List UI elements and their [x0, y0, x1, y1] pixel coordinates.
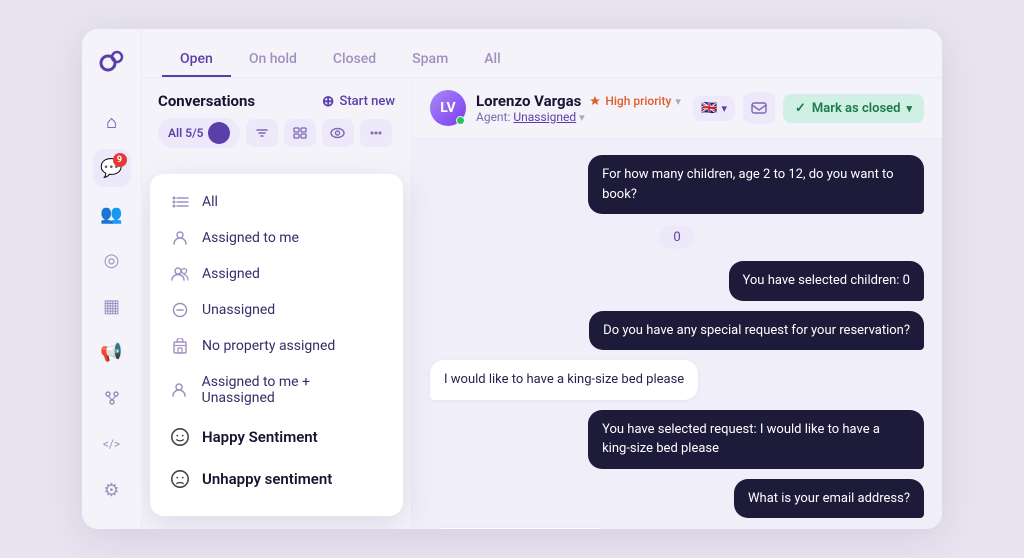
sidebar-item-broadcast[interactable]: 📢	[93, 333, 131, 371]
sidebar-item-calendar[interactable]: ▦	[93, 287, 131, 325]
sidebar-item-chat[interactable]: 💬 9	[93, 149, 131, 187]
chat-agent: Agent: Unassigned ▾	[476, 110, 681, 124]
dropdown-unassigned-label: Unassigned	[202, 302, 275, 318]
dropdown-no-property-label: No property assigned	[202, 338, 335, 354]
person-icon	[170, 230, 190, 246]
message-5: I would like to have a king-size bed ple…	[430, 360, 698, 400]
dropdown-item-all[interactable]: All	[150, 184, 403, 220]
chat-header-right: 🇬🇧 ▾ ✓ Mark as closed ▾	[693, 92, 924, 124]
checkmark-icon: ✓	[795, 101, 806, 116]
content-area: Conversations ⊕ Start new All 5/5	[142, 78, 942, 529]
dropdown-unhappy-label: Unhappy sentiment	[202, 470, 332, 488]
start-new-button[interactable]: ⊕ Start new	[322, 92, 395, 110]
tab-spam[interactable]: Spam	[394, 43, 466, 77]
chat-panel: LV Lorenzo Vargas High priority ▾	[412, 78, 942, 529]
sidebar-item-code[interactable]: </>	[93, 425, 131, 463]
list-icon	[170, 195, 190, 209]
dropdown-item-happy[interactable]: Happy Sentiment	[150, 416, 403, 458]
smile-icon	[170, 426, 190, 448]
person-plus-icon	[170, 382, 190, 398]
building-icon	[170, 338, 190, 354]
chevron-icon: ▾	[906, 102, 912, 115]
chat-header-left: LV Lorenzo Vargas High priority ▾	[430, 90, 681, 126]
dropdown-happy-label: Happy Sentiment	[202, 428, 318, 446]
filter-all-badge[interactable]: All 5/5	[158, 118, 240, 148]
app-container: ⌂ 💬 9 👥 ◎ ▦ 📢 </> ⚙ Open On hold Closed	[82, 29, 942, 529]
logo	[96, 47, 128, 79]
message-2: 0	[659, 226, 694, 249]
filter-group-button[interactable]	[284, 119, 316, 147]
conv-filters: All 5/5	[142, 118, 411, 156]
user-avatar: LV	[430, 90, 466, 126]
dropdown-item-assigned-to-me[interactable]: Assigned to me	[150, 220, 403, 256]
sidebar-item-users[interactable]: 👥	[93, 195, 131, 233]
chat-user-name: Lorenzo Vargas	[476, 92, 581, 110]
dropdown-all-label: All	[202, 194, 218, 210]
priority-badge: High priority ▾	[589, 94, 681, 108]
tab-on-hold[interactable]: On hold	[231, 43, 315, 77]
filter-dot	[208, 122, 230, 144]
message-3: You have selected children: 0	[729, 261, 925, 301]
tab-closed[interactable]: Closed	[315, 43, 394, 77]
dropdown-assigned-to-me-label: Assigned to me	[202, 230, 299, 246]
dropdown-item-unhappy[interactable]: Unhappy sentiment	[150, 458, 403, 500]
message-7: What is your email address?	[734, 479, 924, 519]
dropdown-item-assigned-me-unassigned[interactable]: Assigned to me + Unassigned	[150, 364, 403, 416]
sidebar: ⌂ 💬 9 👥 ◎ ▦ 📢 </> ⚙	[82, 29, 142, 529]
minus-circle-icon	[170, 302, 190, 318]
tab-all[interactable]: All	[466, 43, 518, 77]
plus-icon: ⊕	[322, 92, 335, 110]
sidebar-item-integrations[interactable]	[93, 379, 131, 417]
sad-icon	[170, 468, 190, 490]
message-1: For how many children, age 2 to 12, do y…	[588, 155, 924, 214]
tabs-bar: Open On hold Closed Spam All	[142, 29, 942, 78]
mark-closed-button[interactable]: ✓ Mark as closed ▾	[783, 94, 924, 123]
filter-view-button[interactable]	[322, 119, 354, 147]
online-indicator	[456, 116, 465, 125]
email-icon-button[interactable]	[743, 92, 775, 124]
chat-badge: 9	[113, 153, 127, 167]
message-8: lorenzovargas@email.com	[430, 528, 612, 529]
filter-options-button[interactable]	[360, 119, 392, 147]
dropdown-item-no-property[interactable]: No property assigned	[150, 328, 403, 364]
message-4: Do you have any special request for your…	[589, 311, 924, 351]
filter-sort-button[interactable]	[246, 119, 278, 147]
message-6: You have selected request: I would like …	[588, 410, 924, 469]
sidebar-item-settings[interactable]: ⚙	[93, 471, 131, 509]
dropdown-item-assigned[interactable]: Assigned	[150, 256, 403, 292]
chat-messages: For how many children, age 2 to 12, do y…	[412, 139, 942, 529]
dropdown-item-unassigned[interactable]: Unassigned	[150, 292, 403, 328]
person-group-icon	[170, 266, 190, 282]
filter-dropdown: All Assigned to me	[150, 174, 403, 516]
sidebar-item-home[interactable]: ⌂	[93, 103, 131, 141]
tab-open[interactable]: Open	[162, 43, 231, 77]
language-button[interactable]: 🇬🇧 ▾	[693, 96, 735, 121]
conversations-panel: Conversations ⊕ Start new All 5/5	[142, 78, 412, 529]
main-panel: Open On hold Closed Spam All Conversatio…	[142, 29, 942, 529]
sidebar-item-analytics[interactable]: ◎	[93, 241, 131, 279]
agent-link[interactable]: Unassigned	[513, 110, 576, 124]
dropdown-assigned-label: Assigned	[202, 266, 260, 282]
conversations-header: Conversations ⊕ Start new	[142, 78, 411, 118]
conversations-title: Conversations	[158, 92, 255, 110]
dropdown-assigned-me-unassigned-label: Assigned to me + Unassigned	[202, 374, 383, 406]
chat-user-info: Lorenzo Vargas High priority ▾ Agent: Un…	[476, 92, 681, 124]
chat-header: LV Lorenzo Vargas High priority ▾	[412, 78, 942, 139]
